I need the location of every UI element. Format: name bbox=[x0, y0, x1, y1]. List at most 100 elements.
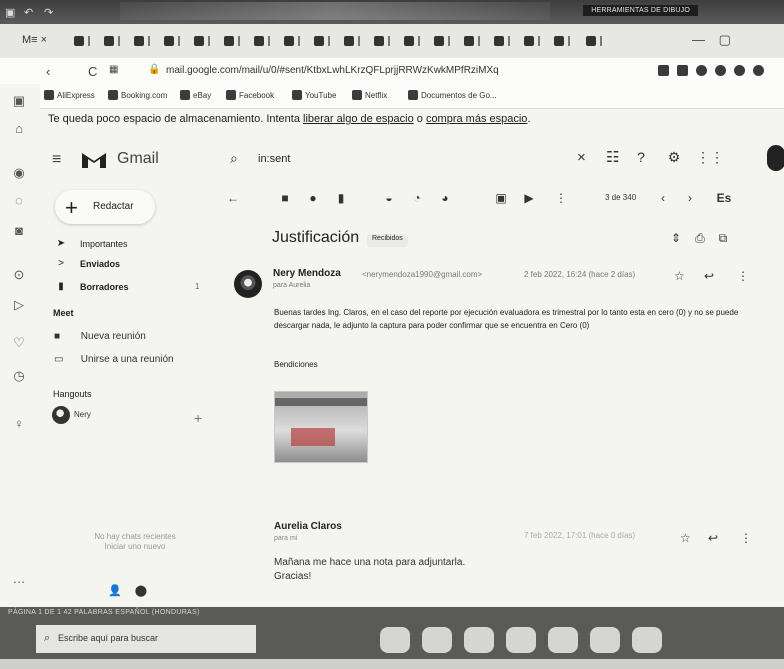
tab[interactable] bbox=[340, 33, 360, 49]
lightbulb-icon[interactable]: ♀ bbox=[12, 417, 26, 431]
zoom-icon[interactable] bbox=[658, 65, 669, 76]
tab[interactable] bbox=[70, 33, 90, 49]
apps-icon[interactable]: ⋮⋮ bbox=[696, 148, 724, 166]
tab[interactable] bbox=[100, 33, 120, 49]
location-icon[interactable]: ⬤ bbox=[135, 585, 147, 597]
search-input[interactable] bbox=[258, 150, 548, 168]
tab[interactable] bbox=[550, 33, 570, 49]
menu-icon[interactable]: ≡ bbox=[52, 151, 61, 169]
person-icon[interactable]: 👤 bbox=[108, 585, 122, 597]
add-task-icon[interactable]: ◕ bbox=[437, 190, 453, 206]
bookmark-aliexpress[interactable]: AliExpress bbox=[44, 90, 95, 100]
bookmark-ebay[interactable]: eBay bbox=[180, 90, 211, 100]
taskbar-app[interactable] bbox=[590, 627, 620, 653]
undo-icon[interactable]: ↶ bbox=[24, 6, 33, 19]
sidebar-item-sent[interactable]: > Enviados bbox=[48, 256, 228, 274]
attachment-thumbnail[interactable] bbox=[275, 392, 367, 462]
history-icon[interactable]: ◷ bbox=[12, 369, 26, 383]
sidebar-item-important[interactable]: ➤ Importantes bbox=[48, 236, 228, 254]
free-space-link[interactable]: liberar algo de espacio bbox=[303, 113, 414, 125]
instagram-icon[interactable]: ◙ bbox=[12, 224, 26, 238]
heart-icon[interactable] bbox=[715, 65, 726, 76]
active-tab-label[interactable]: M≡ × bbox=[22, 34, 47, 46]
tab[interactable] bbox=[460, 33, 480, 49]
more-options-icon[interactable]: ⋮ bbox=[553, 190, 569, 206]
back-arrow-icon[interactable]: ← bbox=[225, 190, 241, 206]
tab[interactable] bbox=[490, 33, 510, 49]
print-icon[interactable]: ⎙ bbox=[695, 231, 705, 246]
more-icon[interactable]: … bbox=[12, 572, 26, 586]
tab[interactable] bbox=[160, 33, 180, 49]
tab[interactable] bbox=[520, 33, 540, 49]
taskbar-app[interactable] bbox=[380, 627, 410, 653]
archive-icon[interactable]: ■ bbox=[277, 190, 293, 206]
sender-avatar[interactable] bbox=[234, 270, 262, 298]
settings-icon[interactable]: ⚙ bbox=[665, 148, 683, 166]
recipient-line[interactable]: para Aurelia bbox=[273, 282, 310, 289]
maximize-icon[interactable]: ▢ bbox=[719, 32, 731, 47]
tab[interactable] bbox=[280, 33, 300, 49]
save-icon[interactable]: ▣ bbox=[5, 6, 15, 19]
expand-icon[interactable]: ⇕ bbox=[671, 231, 681, 246]
taskbar-app[interactable] bbox=[464, 627, 494, 653]
apps-grid-icon[interactable]: ▦ bbox=[109, 64, 118, 75]
search-icon[interactable]: ⌕ bbox=[230, 150, 238, 167]
next-icon[interactable]: › bbox=[682, 190, 698, 206]
reply-more-icon[interactable]: ⋮ bbox=[740, 531, 752, 545]
move-to-icon[interactable]: ▣ bbox=[493, 190, 509, 206]
tab[interactable] bbox=[370, 33, 390, 49]
drawing-tools-tab[interactable]: HERRAMIENTAS DE DIBUJO bbox=[583, 5, 698, 16]
help-icon[interactable]: ? bbox=[632, 148, 650, 166]
join-meeting-item[interactable]: ▭ Unirse a una reunión bbox=[54, 354, 174, 365]
new-meeting-item[interactable]: ■ Nueva reunión bbox=[54, 331, 146, 342]
language-button[interactable]: Es bbox=[713, 190, 735, 206]
tab[interactable] bbox=[310, 33, 330, 49]
send-icon[interactable]: ▷ bbox=[12, 298, 26, 312]
delete-icon[interactable]: ▮ bbox=[333, 190, 349, 206]
buy-storage-link[interactable]: compra más espacio bbox=[426, 113, 528, 125]
taskbar-app[interactable] bbox=[422, 627, 452, 653]
tab[interactable] bbox=[130, 33, 150, 49]
previous-icon[interactable]: ‹ bbox=[655, 190, 671, 206]
screenshot-icon[interactable] bbox=[677, 65, 688, 76]
profile-icon[interactable] bbox=[753, 65, 764, 76]
url-field[interactable]: mail.google.com/mail/u/0/#sent/KtbxLwhLK… bbox=[166, 65, 499, 76]
clear-search-icon[interactable]: × bbox=[577, 149, 586, 166]
reply-reply-icon[interactable]: ↩ bbox=[708, 531, 718, 545]
taskbar-search[interactable]: ⌕ Escribe aquí para buscar bbox=[36, 625, 256, 653]
open-new-window-icon[interactable]: ⧉ bbox=[719, 231, 728, 246]
back-icon[interactable]: ‹ bbox=[46, 64, 50, 79]
user-icon[interactable]: ▣ bbox=[12, 94, 26, 108]
minimize-icon[interactable]: — bbox=[692, 32, 705, 47]
tab[interactable] bbox=[220, 33, 240, 49]
taskbar-app[interactable] bbox=[506, 627, 536, 653]
star-icon[interactable]: ☆ bbox=[674, 269, 685, 283]
hangouts-avatar[interactable] bbox=[52, 406, 70, 424]
compose-button[interactable]: + Redactar bbox=[55, 190, 155, 224]
hangouts-user-name[interactable]: Nery bbox=[74, 410, 91, 419]
filter-options-icon[interactable]: ☷ bbox=[606, 148, 619, 166]
whatsapp-icon[interactable]: ◌ bbox=[12, 194, 26, 208]
message-more-icon[interactable]: ⋮ bbox=[737, 269, 749, 283]
mark-unread-icon[interactable]: ◒ bbox=[381, 190, 397, 206]
snooze-icon[interactable]: ◔ bbox=[409, 190, 425, 206]
bookmark-youtube[interactable]: YouTube bbox=[292, 90, 336, 100]
taskbar-app[interactable] bbox=[632, 627, 662, 653]
bookmark-netflix[interactable]: Netflix bbox=[352, 90, 387, 100]
redo-icon[interactable]: ↷ bbox=[44, 6, 53, 19]
home-icon[interactable]: ⌂ bbox=[12, 122, 26, 136]
taskbar-app[interactable] bbox=[548, 627, 578, 653]
reload-icon[interactable]: C bbox=[88, 64, 97, 79]
send-icon[interactable] bbox=[696, 65, 707, 76]
messenger-icon[interactable]: ◉ bbox=[12, 166, 26, 180]
account-avatar[interactable] bbox=[767, 145, 784, 171]
tab[interactable] bbox=[190, 33, 210, 49]
music-icon[interactable]: ⊙ bbox=[12, 268, 26, 282]
bookmark-docs[interactable]: Documentos de Go... bbox=[408, 90, 497, 100]
sidebar-item-drafts[interactable]: ▮ Borradores 1 bbox=[48, 279, 228, 297]
labels-icon[interactable]: ▶ bbox=[521, 190, 537, 206]
bookmark-facebook[interactable]: Facebook bbox=[226, 90, 274, 100]
tab[interactable] bbox=[250, 33, 270, 49]
reply-icon[interactable]: ↩ bbox=[704, 269, 714, 283]
extension-icon[interactable] bbox=[734, 65, 745, 76]
